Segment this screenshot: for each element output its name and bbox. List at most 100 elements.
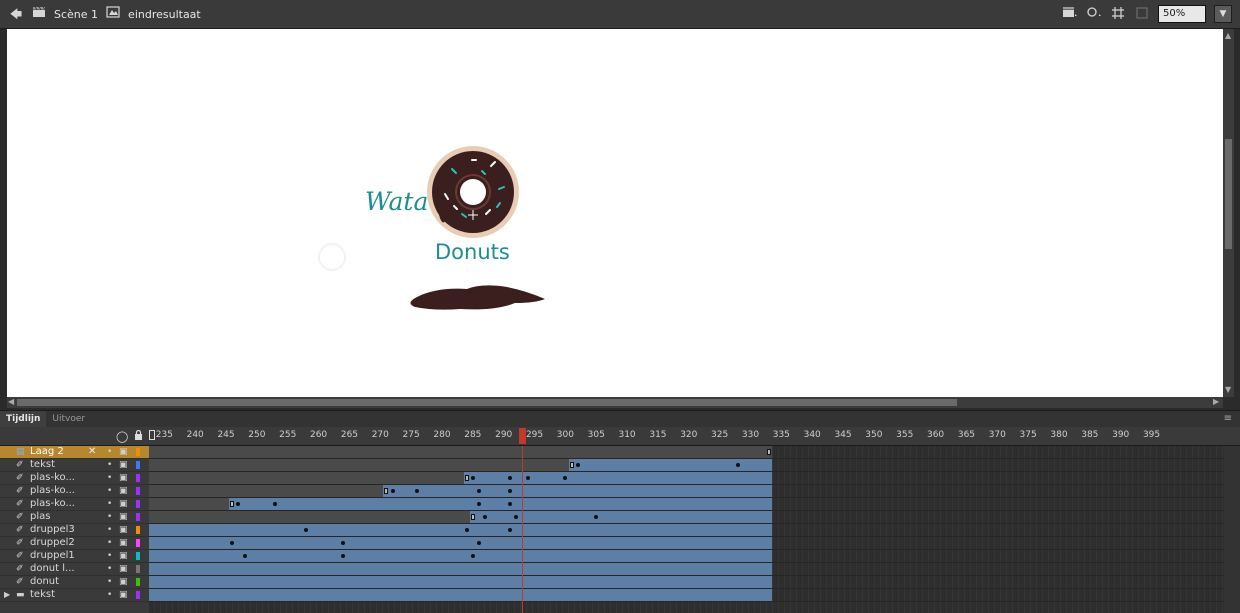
layer-row[interactable]: ✐ plas-ko... • ▣ — [0, 472, 149, 485]
expand-folder-icon[interactable]: ▶ — [4, 589, 10, 601]
lock-toggle-icon[interactable]: ▣ — [119, 589, 128, 601]
layer-name[interactable]: druppel2 — [30, 537, 75, 549]
visibility-toggle[interactable]: • — [107, 537, 112, 549]
keyframe-marker[interactable] — [384, 488, 389, 494]
property-keyframe-dot[interactable] — [507, 476, 512, 480]
property-keyframe-dot[interactable] — [507, 528, 512, 532]
property-keyframe-dot[interactable] — [514, 515, 519, 519]
keyframe-marker[interactable] — [470, 514, 475, 520]
stage-horizontal-scrollbar[interactable]: ◀ ▶ — [7, 397, 1223, 408]
lock-toggle-icon[interactable]: ▣ — [119, 446, 128, 458]
lock-toggle-icon[interactable]: ▣ — [119, 498, 128, 510]
layer-name[interactable]: plas-ko... — [30, 472, 75, 484]
motion-tween-span[interactable] — [149, 537, 773, 549]
layer-row[interactable]: ✐ plas • ▣ — [0, 511, 149, 524]
frame-row[interactable] — [149, 589, 1224, 602]
lock-toggle-icon[interactable]: ▣ — [119, 550, 128, 562]
layer-row[interactable]: ▶ ▬ tekst • ▣ — [0, 589, 149, 602]
layer-row[interactable]: ✐ druppel1 • ▣ — [0, 550, 149, 563]
lock-toggle-icon[interactable]: ▣ — [119, 576, 128, 588]
layer-name[interactable]: plas-ko... — [30, 485, 75, 497]
motion-tween-span[interactable] — [149, 576, 773, 588]
static-frame-span[interactable] — [149, 472, 464, 484]
layer-outline-color[interactable] — [136, 448, 140, 456]
property-keyframe-dot[interactable] — [507, 489, 512, 493]
keyframe-marker[interactable] — [230, 501, 235, 507]
layer-name[interactable]: plas-ko... — [30, 498, 75, 510]
layer-row[interactable]: ✐ druppel3 • ▣ — [0, 524, 149, 537]
layer-outline-color[interactable] — [136, 461, 140, 469]
motion-tween-span[interactable] — [568, 459, 773, 471]
frame-row[interactable] — [149, 576, 1224, 589]
keyframe-marker[interactable] — [767, 449, 771, 455]
breadcrumb-scene[interactable]: Scène 1 — [54, 8, 98, 21]
layer-outline-color[interactable] — [136, 500, 140, 508]
frame-row[interactable] — [149, 446, 1224, 459]
visibility-toggle[interactable]: • — [107, 563, 112, 575]
layer-name[interactable]: plas — [30, 511, 50, 523]
tab-output[interactable]: Uitvoer — [46, 411, 91, 427]
layer-outline-color[interactable] — [136, 526, 140, 534]
layer-outline-color[interactable] — [136, 474, 140, 482]
timeline-vertical-scrollbar[interactable] — [1224, 446, 1240, 613]
scrollbar-thumb[interactable] — [17, 399, 957, 406]
visibility-toggle[interactable]: • — [107, 446, 112, 458]
layer-name[interactable]: donut — [30, 576, 59, 588]
breadcrumb-symbol[interactable]: eindresultaat — [128, 8, 201, 21]
property-keyframe-dot[interactable] — [390, 489, 395, 493]
static-frame-span[interactable] — [149, 498, 230, 510]
lock-toggle-icon[interactable]: ▣ — [119, 524, 128, 536]
frame-row[interactable] — [149, 537, 1224, 550]
playhead-handle[interactable] — [519, 428, 527, 444]
static-frame-span[interactable] — [149, 485, 384, 497]
layer-name[interactable]: tekst — [30, 589, 55, 601]
scroll-left-icon[interactable]: ◀ — [8, 397, 14, 407]
visibility-toggle[interactable]: • — [107, 472, 112, 484]
property-keyframe-dot[interactable] — [477, 502, 481, 506]
motion-tween-span[interactable] — [383, 485, 773, 497]
layer-outline-color[interactable] — [136, 578, 140, 586]
stage-canvas[interactable]: Wata Donuts — [7, 29, 1223, 397]
lock-toggle-icon[interactable]: ▣ — [119, 485, 128, 497]
property-keyframe-dot[interactable] — [464, 528, 469, 532]
motion-tween-span[interactable] — [149, 563, 773, 575]
frame-row[interactable] — [149, 550, 1224, 563]
visibility-toggle[interactable]: • — [107, 576, 112, 588]
layer-row[interactable]: ✐ plas-ko... • ▣ — [0, 485, 149, 498]
layer-row[interactable]: ✐ plas-ko... • ▣ — [0, 498, 149, 511]
property-keyframe-dot[interactable] — [477, 541, 481, 545]
zoom-input[interactable]: 50% — [1158, 5, 1206, 23]
layer-row[interactable]: ▤ Laag 2 ✕ • ▣ — [0, 446, 149, 459]
lock-toggle-icon[interactable]: ▣ — [119, 511, 128, 523]
tab-timeline[interactable]: Tijdlijn — [0, 411, 47, 427]
frame-ruler[interactable]: 235 240 245 250 255 260 265 270 275 280 285 290 295 3… — [149, 427, 1224, 445]
layer-name[interactable]: druppel1 — [30, 550, 75, 562]
property-keyframe-dot[interactable] — [470, 476, 475, 480]
edit-symbols-icon[interactable] — [1086, 6, 1102, 22]
stage-vertical-scrollbar[interactable]: ▲ ▼ — [1223, 29, 1234, 397]
property-keyframe-dot[interactable] — [507, 502, 512, 506]
frame-row[interactable] — [149, 511, 1224, 524]
motion-tween-span[interactable] — [149, 589, 773, 601]
frame-row[interactable] — [149, 485, 1224, 498]
snap-grid-icon[interactable] — [1110, 6, 1126, 22]
lock-toggle-icon[interactable]: ▣ — [119, 472, 128, 484]
layer-outline-color[interactable] — [136, 513, 140, 521]
property-keyframe-dot[interactable] — [575, 463, 580, 467]
motion-tween-span[interactable] — [229, 498, 773, 510]
layer-outline-color[interactable] — [136, 487, 140, 495]
lock-all-layers-icon[interactable] — [134, 429, 143, 443]
zoom-dropdown-icon[interactable]: ▼ — [1214, 5, 1232, 23]
frame-row[interactable] — [149, 563, 1224, 576]
motion-tween-span[interactable] — [149, 524, 773, 536]
layer-row[interactable]: ✐ druppel2 • ▣ — [0, 537, 149, 550]
back-arrow-icon[interactable]: 🡄 — [8, 6, 24, 22]
layer-outline-color[interactable] — [136, 591, 140, 599]
keyframe-marker[interactable] — [464, 475, 469, 481]
scroll-down-icon[interactable]: ▼ — [1225, 385, 1231, 395]
lock-toggle-icon[interactable]: ▣ — [119, 459, 128, 471]
layer-name[interactable]: tekst — [30, 459, 55, 471]
edit-scene-icon[interactable] — [1062, 6, 1078, 22]
layer-name[interactable]: Laag 2 — [30, 446, 64, 458]
frame-row[interactable] — [149, 524, 1224, 537]
